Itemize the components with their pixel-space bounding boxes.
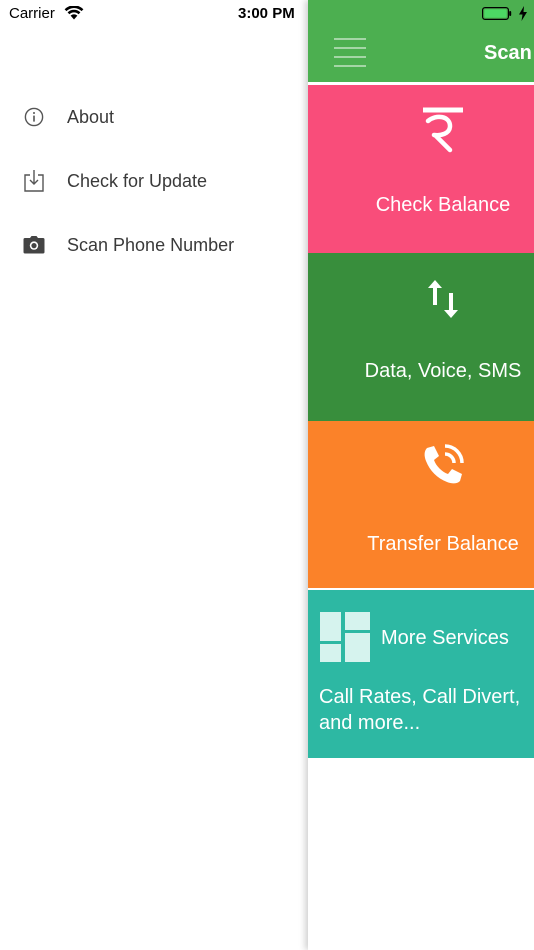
tile-label: Transfer Balance xyxy=(367,533,519,555)
rupee-icon xyxy=(308,105,534,153)
status-time: 3:00 PM xyxy=(238,5,295,22)
status-bar: Carrier 3:00 PM xyxy=(0,0,308,28)
tile-label: Check Balance xyxy=(375,194,511,216)
tile-label: More Services xyxy=(381,627,509,649)
drawer-item-check-for-update[interactable]: Check for Update xyxy=(0,159,308,203)
main-panel: Scan Check Balance Data, Voice, SMS Tran… xyxy=(308,0,534,950)
side-drawer: Carrier 3:00 PM About Check for Update S… xyxy=(0,0,308,950)
tile-data-voice-sms[interactable]: Data, Voice, SMS xyxy=(308,253,534,421)
camera-icon xyxy=(22,233,46,257)
charging-bolt-icon xyxy=(519,6,527,21)
download-icon xyxy=(22,169,46,193)
tile-subtitle-line: and more... xyxy=(319,712,421,734)
tile-transfer-balance[interactable]: Transfer Balance xyxy=(308,421,534,588)
screen: Carrier 3:00 PM About Check for Update S… xyxy=(0,0,534,950)
carrier-label: Carrier xyxy=(9,5,55,22)
drawer-item-about[interactable]: About xyxy=(0,95,308,139)
tile-check-balance[interactable]: Check Balance xyxy=(308,85,534,253)
tile-more-services[interactable]: More Services Call Rates, Call Divert, a… xyxy=(308,590,534,758)
battery-icon xyxy=(482,7,512,20)
tile-subtitle-line: Call Rates, Call Divert, xyxy=(319,686,521,708)
tile-subtitle: Call Rates, Call Divert, and more... xyxy=(319,684,520,736)
wifi-icon xyxy=(64,6,84,20)
drawer-item-label: Scan Phone Number xyxy=(67,234,235,255)
drawer-item-label: Check for Update xyxy=(67,170,208,191)
navigation-bar: Scan xyxy=(308,0,534,82)
drawer-item-label: About xyxy=(67,106,115,127)
hamburger-menu-button[interactable] xyxy=(334,38,366,68)
drawer-item-scan-phone-number[interactable]: Scan Phone Number xyxy=(0,223,308,267)
phone-call-icon xyxy=(308,443,534,487)
dashboard-icon xyxy=(320,612,370,662)
info-icon xyxy=(22,105,46,129)
tile-label: Data, Voice, SMS xyxy=(364,360,522,382)
page-title: Scan xyxy=(484,42,532,64)
up-down-arrows-icon xyxy=(308,279,534,319)
